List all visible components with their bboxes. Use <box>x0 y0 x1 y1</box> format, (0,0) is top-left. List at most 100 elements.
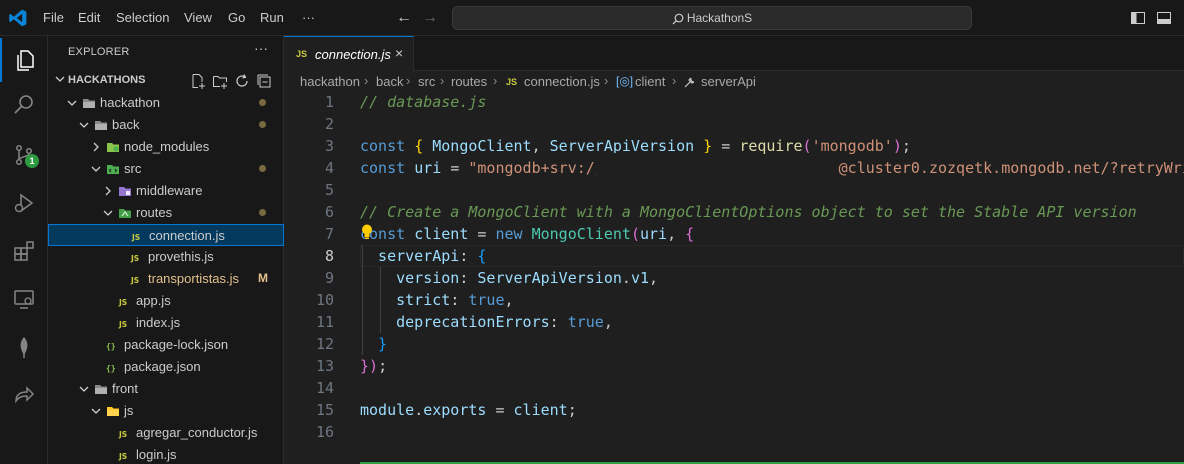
menu-go[interactable]: Go <box>228 0 245 36</box>
chevron-right-icon: › <box>406 73 411 88</box>
breadcrumb-item[interactable]: hackathon <box>300 74 360 89</box>
menu-more[interactable]: ··· <box>302 0 315 36</box>
vscode-window: File Edit Selection View Go Run ··· ← → … <box>0 0 1184 464</box>
git-status-badge: M <box>258 271 268 285</box>
chevron-down-icon <box>67 100 77 106</box>
breadcrumb-item[interactable]: routes <box>451 74 487 89</box>
js-icon: JS <box>130 276 139 285</box>
json-icon: {} <box>106 342 116 351</box>
svg-text:JS: JS <box>118 452 127 461</box>
line-number: 5 <box>324 181 334 199</box>
forward-arrow-icon[interactable]: → <box>422 8 442 28</box>
modified-dot <box>259 165 266 172</box>
tree-item[interactable]: hackathon <box>48 92 284 114</box>
explorer-more-actions[interactable]: ··· <box>254 40 268 56</box>
tree-item[interactable]: node_modules <box>48 136 284 158</box>
code-line: }); <box>360 357 388 375</box>
refresh-icon[interactable] <box>234 73 250 89</box>
chevron-down-icon <box>91 408 101 414</box>
tab-label: connection.js <box>315 47 391 62</box>
tab-connection-js[interactable]: JS connection.js × <box>284 36 414 71</box>
run-debug-icon[interactable] <box>0 181 48 225</box>
code-line: // database.js <box>360 93 487 111</box>
title-bar: File Edit Selection View Go Run ··· ← → … <box>0 0 1184 36</box>
back-arrow-icon[interactable]: ← <box>396 8 416 28</box>
tree-item[interactable]: back <box>48 114 284 136</box>
breadcrumb-item[interactable]: back <box>376 74 403 89</box>
svg-text:JS: JS <box>118 320 127 329</box>
tree-item-label: connection.js <box>149 228 225 243</box>
search-icon[interactable] <box>0 82 48 126</box>
js-icon: JS <box>131 233 140 242</box>
breadcrumb-item[interactable]: serverApi <box>701 74 756 89</box>
tree-item-label: routes <box>136 205 173 220</box>
code-editor[interactable]: 1// database.js 2 3 const { MongoClient, Se… <box>284 93 1184 464</box>
menu-run[interactable]: Run <box>260 0 284 36</box>
tree-item-label: package.json <box>124 359 201 374</box>
chevron-right-icon: › <box>364 73 369 88</box>
chevron-right-icon <box>105 186 111 196</box>
workspace-root-row[interactable]: HACKATHONS <box>48 70 284 92</box>
tree-item[interactable]: JS index.js <box>48 312 284 334</box>
vscode-logo-icon[interactable] <box>8 8 28 28</box>
js-icon: JS <box>118 452 127 461</box>
breadcrumb-item[interactable]: client <box>635 74 665 89</box>
breadcrumb-item[interactable]: connection.js <box>524 74 600 89</box>
tree-item[interactable]: JS connection.js <box>48 224 284 246</box>
extensions-icon[interactable] <box>0 229 48 273</box>
tree-item[interactable]: front <box>48 378 284 400</box>
menu-edit[interactable]: Edit <box>78 0 100 36</box>
js-icon: JS <box>130 254 139 263</box>
tree-item[interactable]: routes <box>48 202 284 224</box>
menu-selection[interactable]: Selection <box>116 0 169 36</box>
new-file-icon[interactable] <box>190 73 206 89</box>
modified-dot <box>259 121 266 128</box>
new-folder-icon[interactable] <box>212 73 228 89</box>
js-icon: JS <box>118 298 127 307</box>
tree-item[interactable]: JS app.js <box>48 290 284 312</box>
line-number: 16 <box>315 423 334 441</box>
explorer-icon[interactable] <box>0 38 48 82</box>
live-share-icon[interactable] <box>0 373 48 417</box>
tree-item[interactable]: JS provethis.js <box>48 246 284 268</box>
source-control-icon[interactable] <box>0 133 48 177</box>
tree-item-label: middleware <box>136 183 203 198</box>
menu-file[interactable]: File <box>43 0 64 36</box>
breadcrumb-item[interactable]: src <box>418 74 435 89</box>
tree-item[interactable]: JS login.js <box>48 444 284 464</box>
lightbulb-icon[interactable] <box>360 223 374 241</box>
tree-item[interactable]: JS transportistas.js M <box>48 268 284 290</box>
collapse-all-icon[interactable] <box>256 73 272 89</box>
tree-item[interactable]: {} package-lock.json <box>48 334 284 356</box>
mw-folder-icon <box>119 187 131 196</box>
line-number: 11 <box>315 313 334 331</box>
code-line: version: ServerApiVersion.v1, <box>360 269 659 287</box>
tree-item[interactable]: src <box>48 158 284 180</box>
mongodb-icon[interactable] <box>0 325 48 369</box>
tree-item-label: hackathon <box>100 95 160 110</box>
line-number: 10 <box>315 291 334 309</box>
tree-item[interactable]: js <box>48 400 284 422</box>
code-line: const uri = "mongodb+srv://ALTF4: @clust… <box>360 159 1184 177</box>
tree-item-label: login.js <box>136 447 177 462</box>
line-number: 15 <box>315 401 334 419</box>
json-icon: {} <box>106 364 116 373</box>
tree-item-label: provethis.js <box>148 249 214 264</box>
code-line: } <box>360 335 388 353</box>
svg-text:JS: JS <box>130 276 139 285</box>
toggle-primary-sidebar-icon[interactable] <box>1130 10 1146 26</box>
close-icon[interactable]: × <box>395 45 403 61</box>
menu-view[interactable]: View <box>184 0 212 36</box>
line-number: 2 <box>324 115 334 133</box>
toggle-panel-icon[interactable] <box>1156 10 1172 26</box>
remote-explorer-icon[interactable] <box>0 277 48 321</box>
command-center-search[interactable]: HackathonS <box>452 6 972 30</box>
tree-item[interactable]: {} package.json <box>48 356 284 378</box>
tree-item[interactable]: middleware <box>48 180 284 202</box>
tree-item[interactable]: JS agregar_conductor.js <box>48 422 284 444</box>
chevron-right-icon: › <box>493 73 498 88</box>
code-line: serverApi: { <box>360 247 487 265</box>
line-number: 7 <box>324 225 334 243</box>
svg-text:JS: JS <box>131 233 140 242</box>
chevron-down-icon <box>79 122 89 128</box>
